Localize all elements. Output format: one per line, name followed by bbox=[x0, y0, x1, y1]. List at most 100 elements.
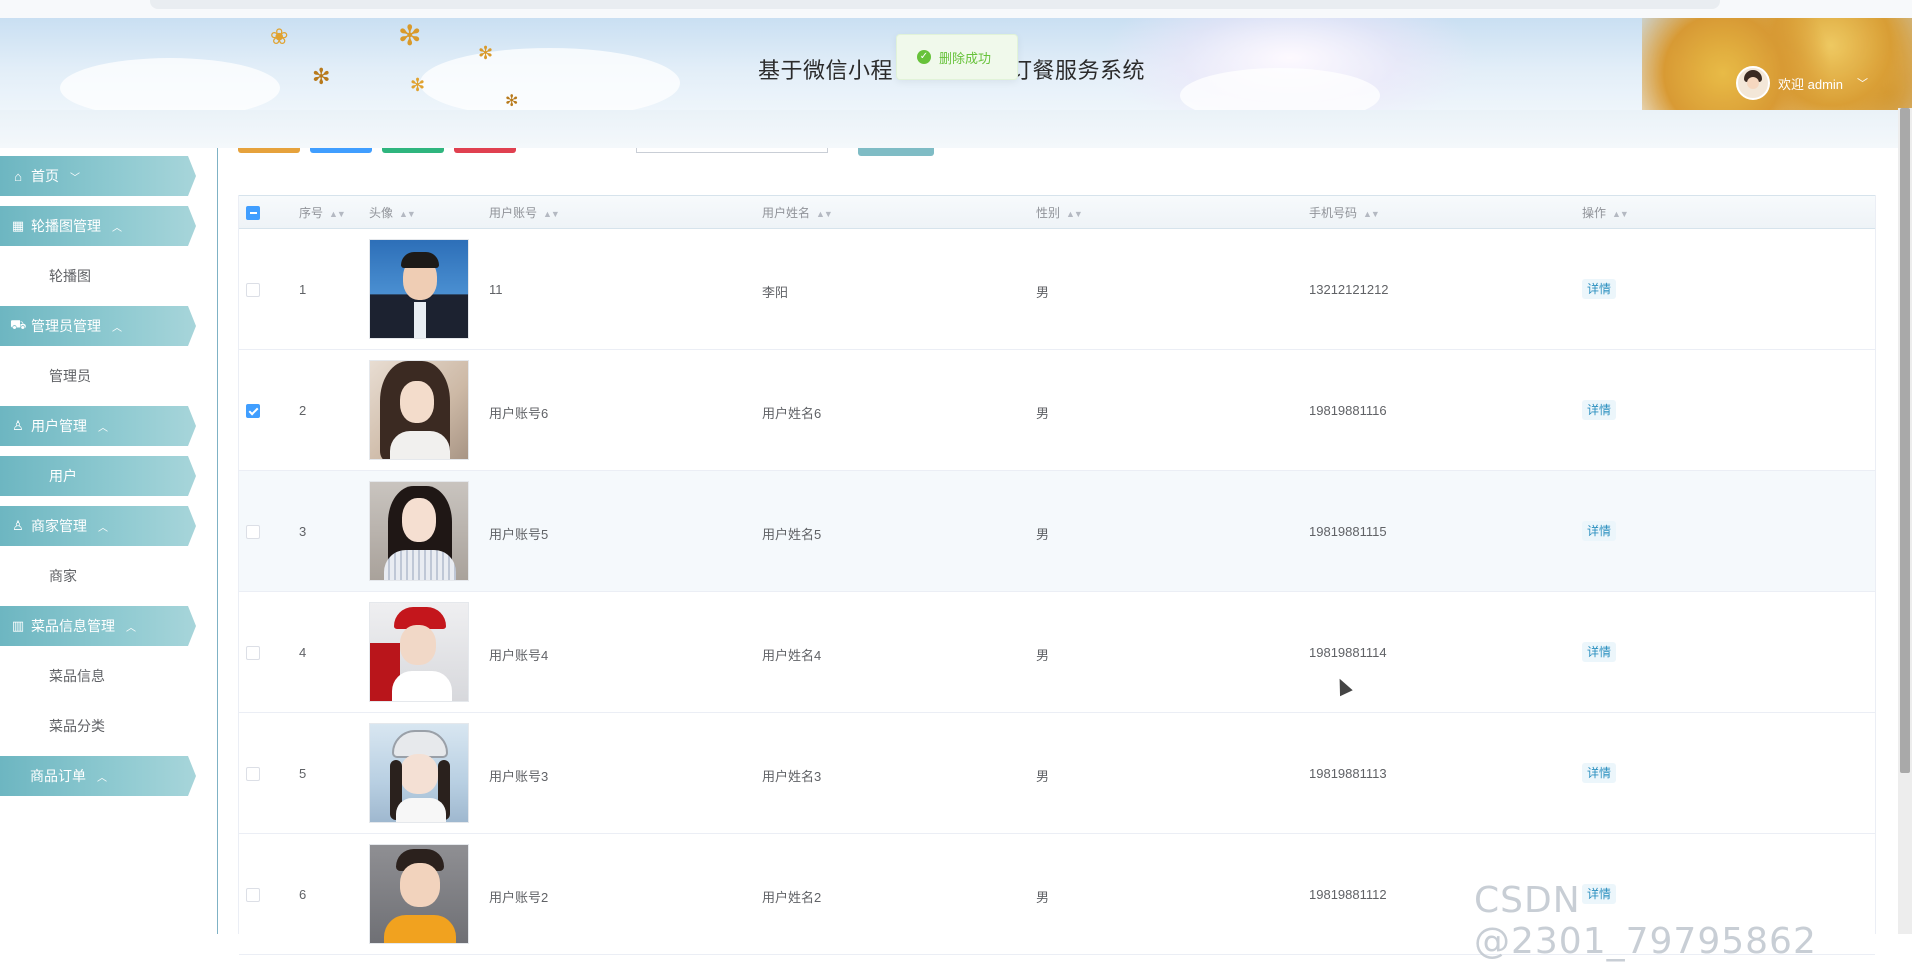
row-account: 用户账号3 bbox=[489, 769, 549, 784]
row-checkbox[interactable] bbox=[246, 525, 260, 539]
sidebar-subitem-dish-info[interactable]: 菜品信息 bbox=[0, 656, 196, 696]
avatar[interactable] bbox=[1736, 66, 1770, 100]
grid-icon: ▦ bbox=[11, 218, 25, 233]
user-avatar-photo bbox=[369, 602, 469, 702]
user-menu[interactable]: 欢迎 admin ﹀ bbox=[1736, 66, 1868, 100]
column-header-account[interactable]: 用户账号 ▲▼ bbox=[489, 196, 560, 231]
app-title-part1: 基于微信小程 bbox=[758, 58, 894, 83]
person-icon: ♙ bbox=[12, 518, 24, 533]
watermark: CSDN @2301_79795862 bbox=[1474, 880, 1817, 962]
chevron-up-icon: ︿ bbox=[126, 622, 136, 634]
row-name: 用户姓名2 bbox=[762, 890, 822, 905]
sidebar-item-label: 菜品信息 bbox=[49, 668, 105, 684]
sort-icon[interactable]: ▲▼ bbox=[1066, 197, 1083, 231]
sidebar-item-banner-management[interactable]: ▦ 轮播图管理 ︿ bbox=[0, 206, 196, 246]
detail-button[interactable]: 详情 bbox=[1582, 400, 1617, 420]
sidebar-item-home[interactable]: ⌂ 首页 ﹀ bbox=[0, 156, 196, 196]
detail-button[interactable]: 详情 bbox=[1582, 763, 1617, 783]
sidebar-item-label: 轮播图 bbox=[49, 268, 91, 284]
sidebar-item-label: 轮播图管理 bbox=[31, 218, 101, 234]
row-checkbox[interactable] bbox=[246, 646, 260, 660]
chevron-down-icon: ﹀ bbox=[70, 172, 80, 184]
row-checkbox[interactable] bbox=[246, 283, 260, 297]
sidebar-item-label: 用户 bbox=[49, 468, 77, 484]
leaf-decoration: ✻ bbox=[505, 93, 519, 110]
row-account: 11 bbox=[489, 282, 503, 297]
user-avatar-photo bbox=[369, 844, 469, 944]
sidebar-item-label: 商家 bbox=[49, 568, 77, 584]
row-account: 用户账号5 bbox=[489, 527, 549, 542]
edit-button[interactable] bbox=[310, 148, 372, 153]
table-row[interactable]: 4 用户账号4 用户姓名4 男 19819881114 详情 bbox=[239, 592, 1875, 713]
detail-button[interactable]: 详情 bbox=[1582, 521, 1617, 541]
toast-message: 删除成功 bbox=[939, 50, 992, 66]
column-header-gender[interactable]: 性别 ▲▼ bbox=[1036, 196, 1083, 231]
car-icon: ⛟ bbox=[10, 317, 27, 332]
table-row[interactable]: 3 用户账号5 用户姓名5 男 19819881115 详情 bbox=[239, 471, 1875, 592]
row-checkbox[interactable] bbox=[246, 404, 260, 418]
sort-icon[interactable]: ▲▼ bbox=[399, 197, 416, 231]
check-circle-icon: ✓ bbox=[917, 50, 931, 64]
column-header-no[interactable]: 序号 ▲▼ bbox=[299, 196, 346, 231]
search-button[interactable] bbox=[858, 148, 934, 156]
table-row[interactable]: 2 用户账号6 用户姓名6 男 19819881116 详情 bbox=[239, 350, 1875, 471]
sidebar-item-label: 管理员 bbox=[49, 368, 91, 384]
row-phone: 19819881115 bbox=[1309, 524, 1387, 539]
row-no: 6 bbox=[299, 887, 307, 902]
sort-icon[interactable]: ▲▼ bbox=[816, 197, 833, 231]
column-header-action[interactable]: 操作 ▲▼ bbox=[1582, 196, 1629, 231]
sidebar-subitem-admin[interactable]: 管理员 bbox=[0, 356, 196, 396]
sort-icon[interactable]: ▲▼ bbox=[543, 197, 560, 231]
sidebar-item-label: 首页 bbox=[31, 168, 59, 184]
add-button[interactable] bbox=[238, 148, 300, 153]
sidebar-subitem-banner[interactable]: 轮播图 bbox=[0, 256, 196, 296]
row-gender: 男 bbox=[1036, 890, 1050, 905]
sub-header-band bbox=[0, 110, 1898, 148]
user-avatar-photo bbox=[369, 360, 469, 460]
search-input[interactable] bbox=[636, 148, 828, 153]
select-all-checkbox[interactable] bbox=[246, 206, 260, 220]
sidebar-subitem-user[interactable]: 用户 bbox=[0, 456, 196, 496]
user-table: 序号 ▲▼ 头像 ▲▼ 用户账号 ▲▼ 用户姓名 ▲▼ 性别 ▲▼ 手机号码 ▲▼ 操作 ▲▼… bbox=[238, 195, 1876, 955]
browser-top-strip bbox=[0, 0, 1912, 18]
table-row[interactable]: 5 用户账号3 用户姓名3 男 19819881113 详情 bbox=[239, 713, 1875, 834]
chevron-down-icon[interactable]: ﹀ bbox=[1857, 75, 1868, 91]
column-header-name[interactable]: 用户姓名 ▲▼ bbox=[762, 196, 833, 231]
row-account: 用户账号4 bbox=[489, 648, 549, 663]
row-checkbox[interactable] bbox=[246, 888, 260, 902]
chart-icon: ▥ bbox=[11, 618, 25, 633]
sidebar-item-user-management[interactable]: ♙ 用户管理 ︿ bbox=[0, 406, 196, 446]
column-header-phone[interactable]: 手机号码 ▲▼ bbox=[1309, 196, 1380, 231]
row-checkbox[interactable] bbox=[246, 767, 260, 781]
chevron-up-icon: ︿ bbox=[112, 222, 122, 234]
column-header-avatar[interactable]: 头像 ▲▼ bbox=[369, 196, 416, 231]
delete-button[interactable] bbox=[454, 148, 516, 153]
app-title-part2: 订餐服务系统 bbox=[1010, 58, 1146, 83]
row-name: 用户姓名6 bbox=[762, 406, 822, 421]
sidebar-item-admin-management[interactable]: ⛟ 管理员管理 ︿ bbox=[0, 306, 196, 346]
sidebar-item-merchant-management[interactable]: ♙ 商家管理 ︿ bbox=[0, 506, 196, 546]
sort-icon[interactable]: ▲▼ bbox=[1612, 197, 1629, 231]
sort-icon[interactable]: ▲▼ bbox=[329, 197, 346, 231]
table-row[interactable]: 1 11 李阳 男 13212121212 详情 bbox=[239, 229, 1875, 350]
export-button[interactable] bbox=[382, 148, 444, 153]
row-no: 1 bbox=[299, 282, 307, 297]
sort-icon[interactable]: ▲▼ bbox=[1363, 197, 1380, 231]
chevron-up-icon: ︿ bbox=[98, 522, 108, 534]
leaf-decoration: ✻ bbox=[398, 20, 422, 51]
sidebar-item-orders[interactable]: 商品订单 ︿ bbox=[0, 756, 196, 796]
sidebar-subitem-merchant[interactable]: 商家 bbox=[0, 556, 196, 596]
row-phone: 13212121212 bbox=[1309, 282, 1389, 297]
row-name: 用户姓名3 bbox=[762, 769, 822, 784]
detail-button[interactable]: 详情 bbox=[1582, 279, 1617, 299]
row-gender: 男 bbox=[1036, 769, 1050, 784]
sidebar-item-label: 用户管理 bbox=[31, 418, 87, 434]
detail-button[interactable]: 详情 bbox=[1582, 642, 1617, 662]
browser-address-bar[interactable] bbox=[150, 0, 1720, 9]
row-phone: 19819881114 bbox=[1309, 645, 1387, 660]
row-gender: 男 bbox=[1036, 285, 1050, 300]
sidebar-subitem-dish-category[interactable]: 菜品分类 bbox=[0, 706, 196, 746]
scrollbar-thumb[interactable] bbox=[1900, 108, 1910, 773]
sidebar-item-dish-management[interactable]: ▥ 菜品信息管理 ︿ bbox=[0, 606, 196, 646]
table-header: 序号 ▲▼ 头像 ▲▼ 用户账号 ▲▼ 用户姓名 ▲▼ 性别 ▲▼ 手机号码 ▲▼ 操作 ▲▼ bbox=[239, 195, 1875, 229]
